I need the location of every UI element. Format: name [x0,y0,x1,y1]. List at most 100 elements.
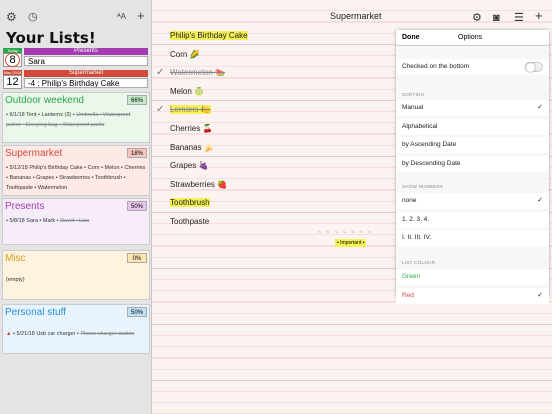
numbers-option-label: 1. 2. 3. 4. [402,215,430,223]
font-size-icon[interactable]: ᴬA [117,10,126,24]
options-title: Options [458,34,483,41]
may-day: 12 [6,76,19,88]
colour-option[interactable]: Red ✓ [396,287,549,304]
card-percent: 50% [127,307,147,317]
sorting-option[interactable]: Alphabetical [396,118,549,135]
done-button[interactable]: Done [402,34,420,41]
sorting-option[interactable]: by Ascending Date [396,137,549,153]
list-item[interactable]: Lemons 🍋 [170,102,211,117]
list-item[interactable]: Corn 🌽 [170,47,200,62]
list-item[interactable]: Melon 🍈 [170,84,204,99]
list-title: Supermarket [330,11,382,21]
list-item-text: Corn 🌽 [170,49,200,59]
sorting-option-label: by Ascending Date [402,141,457,148]
options-header: Done Options [396,30,549,46]
numbers-option-label: I. II. III. IV. [402,234,432,241]
menu-icon[interactable]: ☰ [514,11,524,25]
settings-icon[interactable]: ⚙ [6,10,17,24]
options-popover: Done Options Checked on the bottom SORTI… [396,30,549,304]
checked-bottom-row[interactable]: Checked on the bottom [396,59,549,75]
today-date[interactable]: 8 [3,53,22,67]
today-entry[interactable]: Sara [24,56,148,66]
may-date[interactable]: 12 [3,75,22,89]
list-item[interactable]: Cherries 🍒 [170,121,212,136]
add-list-icon[interactable]: + [137,9,145,23]
card-body-text: • 5/8/18 Sara • Mark • [6,218,59,224]
list-item[interactable]: Toothbrush [170,195,210,210]
list-item[interactable]: Philip's Birthday Cake [170,28,248,43]
checked-bottom-label: Checked on the bottom [402,63,470,70]
list-item[interactable]: Grapes 🍇 [170,158,208,173]
sorting-option[interactable]: Manual ✓ [396,100,549,116]
card-body-text: • 6/1/18 Tent • Lanterns (3) • [6,112,75,118]
check-mark-icon[interactable]: ✓ [156,102,164,117]
list-item-text: Watermelon 🍉 [170,68,226,78]
list-separator: ~ ~ ~ ~ ~ ~ ~ [318,230,373,236]
colour-option[interactable]: Green [396,269,549,285]
list-item-text: Melon 🍈 [170,86,204,96]
card-body-done: Phone charger station [80,331,135,337]
sorting-option[interactable]: by Descending Date [396,155,549,172]
sorting-option-label: by Descending Date [402,159,461,167]
card-title: Supermarket [5,148,63,159]
list-item-text: Strawberries 🍓 [170,179,228,189]
list-item-text: Cherries 🍒 [170,124,213,133]
list-card-supermarket[interactable]: Supermarket 18% • 5/12/18 Philip's Birth… [2,145,150,196]
colour-option-label: Green [402,273,421,280]
card-body: • 5/8/18 Sara • Mark • David • Lisa [6,216,146,226]
add-item-icon[interactable]: + [535,9,543,23]
colour-option-label: Red [402,291,414,299]
card-title: Presents [5,201,45,212]
sidebar: ⚙ ◷ ᴬA + Your Lists! Today 8 Presents Sa… [0,0,152,414]
today-list-name: Presents [24,48,148,55]
gear-icon[interactable]: ⚙ [472,11,482,25]
checked-bottom-toggle[interactable] [525,62,543,72]
card-body: ▲ • 5/21/18 Usb car charger • Phone char… [6,329,146,339]
selected-check-icon: ✓ [537,104,543,111]
card-percent: 0% [127,253,147,263]
card-body: • 6/1/18 Tent • Lanterns (3) • Umbrella … [6,110,146,130]
sorting-header: SORTING [402,92,425,97]
list-item[interactable]: Watermelon 🍉 [170,65,225,80]
sidebar-toolbar: ⚙ ◷ ᴬA + [6,9,148,26]
list-item[interactable]: Strawberries 🍓 [170,177,227,192]
numbers-option[interactable]: none ✓ [396,193,549,209]
list-item-text: Lemons 🍋 [170,105,211,115]
list-item[interactable]: Toothpaste [170,214,209,229]
card-body: (empty) [6,277,25,283]
show-numbers-header: SHOW NUMBERS [402,184,444,189]
sorting-option-label: Alphabetical [402,122,438,130]
list-card-presents[interactable]: Presents 50% • 5/8/18 Sara • Mark • Davi… [2,198,150,245]
page-title: Your Lists! [6,29,96,47]
sorting-option-label: Manual [402,104,424,111]
list-item-text: Bananas 🍌 [170,142,214,152]
card-title: Personal stuff [5,307,66,318]
card-percent: 66% [127,95,147,105]
numbers-option-label: none [402,197,417,204]
may-entry[interactable]: -4 : Philip's Birthday Cake [24,78,148,88]
list-item-text: Grapes 🍇 [170,161,209,171]
list-card-outdoor-weekend[interactable]: Outdoor weekend 66% • 6/1/18 Tent • Lant… [2,92,150,143]
today-day: 8 [5,53,20,67]
warning-icon: ▲ [6,331,12,337]
card-body-done: David • Lisa [60,218,90,224]
selected-check-icon: ✓ [537,291,543,299]
numbers-option[interactable]: 1. 2. 3. 4. [396,211,549,228]
important-label[interactable]: • Important • [335,239,367,247]
card-percent: 18% [127,148,147,158]
clock-icon[interactable]: ◷ [28,10,38,24]
list-card-misc[interactable]: Misc 0% (empty) [2,250,150,300]
colour-header: LIST COLOUR [402,260,436,265]
card-title: Outdoor weekend [5,95,84,106]
numbers-option[interactable]: I. II. III. IV. [396,230,549,246]
may-list-name: Supermarket [24,70,148,77]
card-body: • 5/12/18 Philip's Birthday Cake • Corn … [6,165,146,191]
list-item[interactable]: Bananas 🍌 [170,140,214,155]
card-title: Misc [5,253,26,264]
card-body-text: • 5/21/18 Usb car charger • [12,331,79,337]
camera-icon[interactable]: ◙ [493,11,500,25]
check-mark-icon[interactable]: ✓ [156,65,164,80]
list-item-text: Philip's Birthday Cake [170,31,248,40]
list-card-personal-stuff[interactable]: Personal stuff 50% ▲ • 5/21/18 Usb car c… [2,304,150,354]
list-item-text: Toothbrush [170,198,210,208]
